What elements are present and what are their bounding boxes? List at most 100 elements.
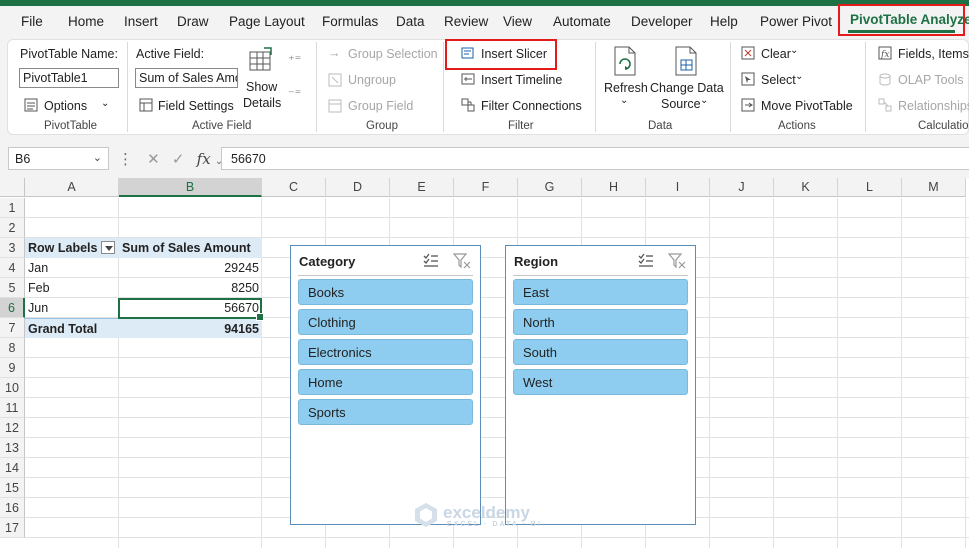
enter-icon[interactable]: ✓ [172, 151, 185, 168]
tab-pivottable-analyze[interactable]: PivotTable Analyze [838, 4, 969, 36]
name-box[interactable]: B6 ⌄ [8, 147, 109, 170]
ungroup-button[interactable]: Ungroup [348, 73, 396, 87]
select-button[interactable]: Select [761, 73, 796, 87]
row-header-12[interactable]: 12 [0, 418, 25, 438]
row-header-6[interactable]: 6 [0, 298, 25, 318]
relationships-button[interactable]: Relationships [898, 99, 969, 113]
name-box-chevron-icon[interactable]: ⌄ [93, 151, 102, 164]
tab-help[interactable]: Help [710, 14, 738, 29]
column-header-h[interactable]: H [582, 178, 646, 197]
pivot-row-label[interactable]: Jan [25, 258, 119, 278]
row-header-5[interactable]: 5 [0, 278, 25, 298]
refresh-button[interactable]: Refresh [604, 81, 648, 95]
show-details-line1[interactable]: Show [246, 80, 277, 94]
insert-timeline-button[interactable]: Insert Timeline [481, 73, 562, 87]
pivot-row-value[interactable]: 8250 [119, 278, 262, 298]
formula-input[interactable]: 56670 [221, 147, 969, 170]
tab-view[interactable]: View [503, 14, 532, 29]
row-header-2[interactable]: 2 [0, 218, 25, 238]
show-details-line2[interactable]: Details [243, 96, 281, 110]
pivot-grand-total-label[interactable]: Grand Total [25, 318, 119, 338]
column-header-a[interactable]: A [25, 178, 119, 197]
fields-items-sets-button[interactable]: Fields, Items, [898, 47, 969, 61]
slicer-item-electronics[interactable]: Electronics [298, 339, 473, 365]
options-button[interactable]: Options [44, 99, 87, 113]
group-field-button[interactable]: Group Field [348, 99, 413, 113]
tab-file[interactable]: File [21, 14, 43, 29]
tab-data[interactable]: Data [396, 14, 425, 29]
clear-chevron-icon[interactable]: ⌄ [790, 45, 798, 56]
tab-developer[interactable]: Developer [631, 14, 693, 29]
column-header-m[interactable]: M [902, 178, 966, 197]
pivottable-name-input[interactable]: PivotTable1 [19, 68, 119, 88]
column-header-c[interactable]: C [262, 178, 326, 197]
pivot-header-row-labels[interactable]: Row Labels [25, 238, 119, 258]
column-header-d[interactable]: D [326, 178, 390, 197]
multi-select-icon[interactable] [637, 252, 655, 270]
more-options-icon[interactable]: ⋮ [118, 151, 133, 168]
column-header-g[interactable]: G [518, 178, 582, 197]
slicer-item-sports[interactable]: Sports [298, 399, 473, 425]
tab-formulas[interactable]: Formulas [322, 14, 378, 29]
row-header-7[interactable]: 7 [0, 318, 25, 338]
filter-dropdown-icon[interactable] [101, 241, 116, 255]
row-header-9[interactable]: 9 [0, 358, 25, 378]
olap-tools-button[interactable]: OLAP Tools [898, 73, 964, 87]
slicer-item-books[interactable]: Books [298, 279, 473, 305]
slicer-item-east[interactable]: East [513, 279, 688, 305]
slicer-item-clothing[interactable]: Clothing [298, 309, 473, 335]
filter-connections-button[interactable]: Filter Connections [481, 99, 582, 113]
region-slicer[interactable]: Region East North South West [505, 245, 696, 525]
pivot-header-sum[interactable]: Sum of Sales Amount [119, 238, 262, 258]
group-selection-button[interactable]: Group Selection [348, 47, 438, 61]
pivot-row-label[interactable]: Jun [25, 298, 119, 318]
row-header-8[interactable]: 8 [0, 338, 25, 358]
column-header-i[interactable]: I [646, 178, 710, 197]
options-chevron-icon[interactable]: ⌄ [101, 98, 109, 109]
row-header-17[interactable]: 17 [0, 518, 25, 538]
column-header-f[interactable]: F [454, 178, 518, 197]
slicer-item-north[interactable]: North [513, 309, 688, 335]
column-header-l[interactable]: L [838, 178, 902, 197]
insert-slicer-button[interactable]: Insert Slicer [481, 47, 547, 61]
collapse-field-icon[interactable]: ⁻⁼ [288, 86, 301, 101]
multi-select-icon[interactable] [422, 252, 440, 270]
category-slicer[interactable]: Category Books Clothing Electronics Home… [290, 245, 481, 525]
tab-automate[interactable]: Automate [553, 14, 611, 29]
field-settings-button[interactable]: Field Settings [158, 99, 234, 113]
change-data-source-line1[interactable]: Change Data [650, 81, 724, 95]
slicer-item-south[interactable]: South [513, 339, 688, 365]
row-header-14[interactable]: 14 [0, 458, 25, 478]
row-header-10[interactable]: 10 [0, 378, 25, 398]
refresh-chevron-icon[interactable]: ⌄ [620, 95, 628, 106]
pivot-row-value[interactable]: 29245 [119, 258, 262, 278]
tab-insert[interactable]: Insert [124, 14, 158, 29]
row-header-3[interactable]: 3 [0, 238, 25, 258]
tab-power-pivot[interactable]: Power Pivot [760, 14, 832, 29]
row-header-15[interactable]: 15 [0, 478, 25, 498]
expand-field-icon[interactable]: ⁺⁼ [288, 52, 301, 67]
change-data-source-line2[interactable]: Source [661, 97, 701, 111]
pivot-grand-total-value[interactable]: 94165 [119, 318, 262, 338]
column-header-k[interactable]: K [774, 178, 838, 197]
tab-draw[interactable]: Draw [177, 14, 209, 29]
pivot-row-label[interactable]: Feb [25, 278, 119, 298]
select-all-corner[interactable] [0, 178, 25, 197]
column-header-e[interactable]: E [390, 178, 454, 197]
tab-page-layout[interactable]: Page Layout [229, 14, 305, 29]
tab-home[interactable]: Home [68, 14, 104, 29]
column-header-b[interactable]: B [119, 178, 262, 197]
clear-filter-icon[interactable] [668, 252, 686, 270]
row-header-16[interactable]: 16 [0, 498, 25, 518]
row-header-13[interactable]: 13 [0, 438, 25, 458]
select-chevron-icon[interactable]: ⌄ [795, 71, 803, 82]
active-field-input[interactable]: Sum of Sales Amount [135, 68, 238, 88]
clear-filter-icon[interactable] [453, 252, 471, 270]
cancel-icon[interactable]: ✕ [147, 151, 160, 168]
row-header-4[interactable]: 4 [0, 258, 25, 278]
column-header-j[interactable]: J [710, 178, 774, 197]
clear-button[interactable]: Clear [761, 47, 791, 61]
row-header-1[interactable]: 1 [0, 198, 25, 218]
insert-function-icon[interactable]: fx [197, 150, 211, 168]
change-data-source-chevron-icon[interactable]: ⌄ [700, 95, 708, 106]
